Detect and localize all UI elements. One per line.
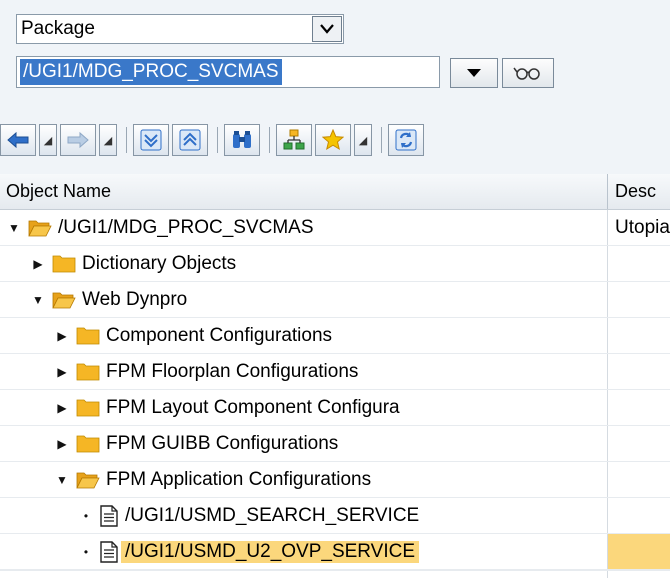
tree-row[interactable]: ▼ Web Dynpro [0, 282, 670, 318]
small-caret-icon: ◢ [103, 133, 113, 147]
folder-icon [76, 362, 100, 382]
open-folder-icon [52, 290, 76, 310]
tree-empty-row [0, 570, 670, 578]
tree-rows: ▼ /UGI1/MDG_PROC_SVCMAS Utopia ▶ Dictionary … [0, 210, 670, 570]
forward-menu-button[interactable]: ◢ [99, 124, 117, 156]
tree-node-description [608, 534, 670, 569]
favorites-button[interactable] [315, 124, 351, 156]
back-arrow-icon [7, 131, 29, 149]
hierarchy-button[interactable] [276, 124, 312, 156]
tree-row[interactable]: ▼ /UGI1/MDG_PROC_SVCMAS Utopia [0, 210, 670, 246]
find-button[interactable] [224, 124, 260, 156]
refresh-button[interactable] [388, 124, 424, 156]
tree-row[interactable]: ▶ Dictionary Objects [0, 246, 670, 282]
tree-node-label[interactable]: Web Dynpro [82, 289, 187, 311]
tree-node-description [608, 354, 670, 389]
display-button[interactable] [502, 58, 554, 88]
tree-node-label[interactable]: FPM Application Configurations [106, 469, 371, 491]
tree-node-label[interactable]: Dictionary Objects [82, 253, 236, 275]
collapse-all-button[interactable] [133, 124, 169, 156]
expanded-triangle-icon[interactable]: ▼ [54, 473, 70, 487]
history-dropdown-button[interactable] [450, 58, 498, 88]
folder-icon [76, 326, 100, 346]
expanded-triangle-icon[interactable]: ▼ [6, 221, 22, 235]
star-icon [322, 129, 344, 151]
glasses-icon [513, 67, 540, 80]
document-icon [100, 540, 118, 563]
toolbar-separator [269, 127, 270, 153]
caret-down-icon [467, 69, 481, 77]
tree-node-label[interactable]: /UGI1/MDG_PROC_SVCMAS [58, 217, 314, 239]
open-folder-icon [76, 470, 100, 490]
tree-node-label[interactable]: FPM Floorplan Configurations [106, 361, 358, 383]
column-header-description[interactable]: Desc [608, 174, 670, 209]
folder-icon [76, 434, 100, 454]
open-folder-icon [28, 218, 52, 238]
object-name-input[interactable]: /UGI1/MDG_PROC_SVCMAS [16, 56, 440, 88]
small-caret-icon: ◢ [358, 133, 368, 147]
back-button[interactable] [0, 124, 36, 156]
favorites-menu-button[interactable]: ◢ [354, 124, 372, 156]
tree-node-description [608, 426, 670, 461]
tree-node-description [608, 462, 670, 497]
tree-header: Object Name Desc [0, 174, 670, 210]
tree-node-label[interactable]: FPM Layout Component Configura [106, 397, 400, 419]
folder-icon [52, 254, 76, 274]
column-header-object-name[interactable]: Object Name [0, 174, 608, 209]
collapsed-triangle-icon[interactable]: ▶ [54, 365, 70, 379]
toolbar-separator [217, 127, 218, 153]
chevron-down-icon[interactable] [312, 16, 342, 42]
expand-all-icon [179, 129, 201, 151]
back-menu-button[interactable]: ◢ [39, 124, 57, 156]
tree-row[interactable]: ▶ FPM Layout Component Configura [0, 390, 670, 426]
tree-row[interactable]: • /UGI1/USMD_SEARCH_SERVICE [0, 498, 670, 534]
tree-node-label[interactable]: /UGI1/USMD_U2_OVP_SERVICE [121, 540, 420, 563]
tree-node-label[interactable]: FPM GUIBB Configurations [106, 433, 338, 455]
small-caret-icon: ◢ [43, 133, 53, 147]
refresh-icon [395, 129, 417, 151]
collapsed-triangle-icon[interactable]: ▶ [30, 257, 46, 271]
toolbar-separator [126, 127, 127, 153]
tree-node-description: Utopia [615, 216, 670, 238]
object-type-select[interactable]: Package [16, 14, 344, 44]
tree-row[interactable]: ▶ FPM Floorplan Configurations [0, 354, 670, 390]
collapse-all-icon [140, 129, 162, 151]
forward-button[interactable] [60, 124, 96, 156]
collapsed-triangle-icon[interactable]: ▶ [54, 329, 70, 343]
tree-node-description [608, 390, 670, 425]
object-type-value: Package [21, 18, 95, 39]
tree-row[interactable]: ▶ Component Configurations [0, 318, 670, 354]
tree-node-label[interactable]: Component Configurations [106, 325, 332, 347]
object-tree: Object Name Desc ▼ /UGI1/MDG_PROC_SVCMAS U… [0, 174, 670, 578]
object-name-value: /UGI1/MDG_PROC_SVCMAS [20, 59, 282, 85]
leaf-bullet-icon: • [83, 544, 89, 559]
tree-row[interactable]: ▼ FPM Application Configurations [0, 462, 670, 498]
collapsed-triangle-icon[interactable]: ▶ [54, 437, 70, 451]
navigation-toolbar: ◢ ◢ ◢ [0, 122, 670, 158]
document-icon [100, 504, 118, 527]
tree-row[interactable]: • /UGI1/USMD_U2_OVP_SERVICE [0, 534, 670, 570]
forward-arrow-icon [67, 131, 89, 149]
collapsed-triangle-icon[interactable]: ▶ [54, 401, 70, 415]
tree-row[interactable]: ▶ FPM GUIBB Configurations [0, 426, 670, 462]
tree-node-description [608, 246, 670, 281]
tree-node-description [608, 282, 670, 317]
binoculars-icon [233, 131, 251, 148]
tree-node-description [608, 498, 670, 533]
tree-node-description [608, 318, 670, 353]
expanded-triangle-icon[interactable]: ▼ [30, 293, 46, 307]
expand-all-button[interactable] [172, 124, 208, 156]
hierarchy-icon [283, 129, 305, 150]
toolbar-separator [381, 127, 382, 153]
folder-icon [76, 398, 100, 418]
leaf-bullet-icon: • [83, 508, 89, 523]
tree-node-label[interactable]: /UGI1/USMD_SEARCH_SERVICE [125, 505, 419, 527]
